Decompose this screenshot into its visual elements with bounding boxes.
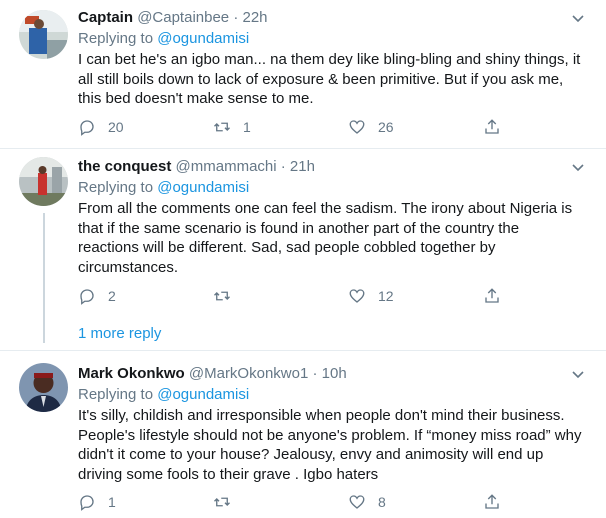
tweet-text: From all the comments one can feel the s…	[78, 199, 588, 277]
chevron-down-icon[interactable]	[570, 10, 586, 26]
retweet-button[interactable]	[213, 492, 243, 512]
handle[interactable]: @Captainbee	[137, 9, 229, 26]
tweet-text-line: all still boils down to lack of exposure…	[78, 70, 564, 88]
retweet-button[interactable]: 1	[213, 117, 251, 137]
tweet-header: the conquest @mmammachi · 21h	[78, 157, 315, 177]
heart-icon	[349, 289, 365, 303]
tweet-actions: 1 8	[78, 492, 508, 512]
replying-to: Replying to @ogundamisi	[78, 385, 249, 405]
tweet-text-line: that if the same scenario is found in an…	[78, 219, 520, 237]
like-count: 12	[378, 288, 394, 304]
replying-to: Replying to @ogundamisi	[78, 178, 249, 198]
reply-feed: Captain @Captainbee · 22h Replying to @o…	[0, 0, 606, 518]
reply-icon	[80, 495, 94, 511]
tweet-text-line: didn't it come to your house? Jealousy, …	[78, 446, 544, 464]
tweet-header: Mark Okonkwo @MarkOkonkwo1 · 10h	[78, 364, 347, 384]
display-name[interactable]: Mark Okonkwo	[78, 365, 185, 382]
avatar[interactable]	[19, 363, 68, 412]
tweet-header: Captain @Captainbee · 22h	[78, 8, 268, 28]
tweet[interactable]: Captain @Captainbee · 22h Replying to @o…	[0, 0, 606, 148]
retweet-icon	[214, 497, 230, 507]
reply-count: 2	[108, 288, 116, 304]
retweet-icon	[214, 291, 230, 301]
tweet-text: It's silly, childish and irresponsible w…	[78, 406, 588, 484]
like-count: 26	[378, 119, 394, 135]
retweet-icon	[214, 122, 230, 132]
handle[interactable]: @MarkOkonkwo1	[189, 365, 308, 382]
reply-button[interactable]: 1	[78, 492, 116, 512]
tweet-text-line: It's silly, childish and irresponsible w…	[78, 407, 565, 424]
thread-line	[43, 213, 45, 343]
reply-button[interactable]: 2	[78, 286, 116, 306]
reply-button[interactable]: 20	[78, 117, 124, 137]
chevron-down-icon[interactable]	[570, 366, 586, 382]
tweet-actions: 2 12	[78, 286, 508, 306]
reply-icon	[80, 289, 94, 305]
like-count: 8	[378, 494, 386, 510]
share-button[interactable]	[483, 286, 501, 306]
share-button[interactable]	[483, 117, 501, 137]
share-icon	[485, 494, 499, 509]
display-name[interactable]: the conquest	[78, 158, 171, 175]
avatar[interactable]	[19, 157, 68, 206]
timestamp[interactable]: · 10h	[312, 365, 346, 382]
avatar[interactable]	[19, 10, 68, 59]
like-button[interactable]: 8	[348, 492, 386, 512]
replying-to-label: Replying to	[78, 386, 158, 403]
display-name[interactable]: Captain	[78, 9, 133, 26]
tweet-text-line: From all the comments one can feel the s…	[78, 200, 573, 217]
tweet-text: I can bet he's an igbo man... na them de…	[78, 50, 588, 109]
timestamp[interactable]: · 21h	[281, 158, 315, 175]
heart-icon	[349, 120, 365, 134]
chevron-down-icon[interactable]	[570, 159, 586, 175]
reply-icon	[80, 120, 94, 136]
mention-link[interactable]: @ogundamisi	[157, 30, 249, 47]
tweet-text-line: People's lifestyle should not be anyone'…	[78, 426, 582, 444]
like-button[interactable]: 26	[348, 117, 394, 137]
mention-link[interactable]: @ogundamisi	[157, 386, 249, 403]
reply-count: 1	[108, 494, 116, 510]
reply-count: 20	[108, 119, 124, 135]
timestamp[interactable]: · 22h	[233, 9, 267, 26]
retweet-count: 1	[243, 119, 251, 135]
replying-to-label: Replying to	[78, 179, 158, 196]
tweet-text-line: driving some fools to their grave . Igbo…	[78, 465, 379, 483]
tweet-text-line: reactions will be different. Sad, sad pe…	[78, 239, 496, 257]
mention-link[interactable]: @ogundamisi	[157, 179, 249, 196]
heart-icon	[349, 495, 365, 509]
tweet-actions: 20 1 26	[78, 117, 508, 137]
tweet[interactable]: the conquest @mmammachi · 21h Replying t…	[0, 149, 606, 349]
replying-to: Replying to @ogundamisi	[78, 29, 249, 49]
tweet-text-line: this bed doesn't make sense to me.	[78, 90, 314, 108]
replying-to-label: Replying to	[78, 30, 158, 47]
show-more-replies-link[interactable]: 1 more reply	[78, 324, 161, 344]
retweet-button[interactable]	[213, 286, 243, 306]
tweet[interactable]: Mark Okonkwo @MarkOkonkwo1 · 10h Replyin…	[0, 351, 606, 518]
share-icon	[485, 119, 499, 134]
share-icon	[485, 288, 499, 303]
like-button[interactable]: 12	[348, 286, 394, 306]
share-button[interactable]	[483, 492, 501, 512]
tweet-text-line: circumstances.	[78, 258, 179, 276]
tweet-text-line: I can bet he's an igbo man... na them de…	[78, 51, 581, 68]
handle[interactable]: @mmammachi	[176, 158, 277, 175]
